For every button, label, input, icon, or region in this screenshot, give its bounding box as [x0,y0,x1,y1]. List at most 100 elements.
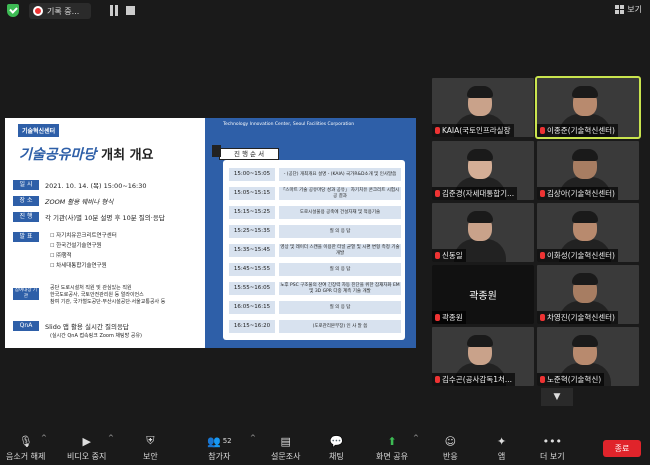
muted-mic-icon [540,190,545,197]
program-row: 16:15~16:20 (도로관리본부장) 인 사 말 씀 [229,320,401,333]
muted-mic-icon [435,190,440,197]
participant-name: 노준혁(기술혁신) [537,373,605,386]
program-row: 15:25~15:35 질 의 응 답 [229,225,401,238]
bar-chart-icon: ▤ [280,434,291,448]
participant-tile[interactable]: 김수곤(공사감독1처... [432,327,534,386]
participant-tile[interactable]: 노준혁(기술혁신) [537,327,639,386]
stop-recording-icon[interactable] [126,6,135,15]
participant-name: 곽종원 [432,311,466,324]
share-screen-icon: ⬆ [387,434,397,448]
more-button[interactable]: ••• 더 보기 [540,434,565,462]
program-row: 15:05~15:15 「스마트 기술 공유마당 성과 공유」 자기치유 콘크리트… [229,187,401,200]
participant-hair [572,273,598,285]
program-title: 진 행 순 서 [212,145,279,160]
stop-video-button[interactable]: ▶ 비디오 중지 [67,434,106,462]
scroll-down-button[interactable]: ▼ [541,388,573,406]
unmute-button[interactable]: 🎙 음소거 해제 [6,434,45,462]
muted-mic-icon [540,252,545,259]
participant-hair [572,86,598,98]
security-shield-icon[interactable] [7,4,19,17]
muted-mic-icon: 🎙 [18,434,33,448]
attendee-list: 공단 도로시설처 직원 및 관심있는 직원 한국도로공사, 국토안전관리원 등 … [50,285,166,305]
slide-left-panel: 기술혁신센터 기술공유마당 개최 개요 일 시 2021. 10. 14. (목)… [5,118,205,348]
participant-hair [467,335,493,347]
presenter-label-row: 발 표 [13,232,39,242]
presenter-list: 자기치유콘크리트연구센터 한국건설기술연구원 ㈜행적 차세대통합기술연구원 [50,231,117,271]
program-row: 15:55~16:05 노후 PSC 구조물의 잔여 긴장력 자동 진단을 위한 … [229,282,401,295]
end-meeting-button[interactable]: 종료 [603,440,641,457]
program-row: 15:35~15:45 영상 및 레이더 스캔을 이용한 터널 균열 및 시편 변… [229,244,401,257]
view-button[interactable]: 보기 [615,4,642,15]
participants-options-caret[interactable]: ^ [250,434,256,442]
grid-view-icon [615,5,625,14]
smiley-icon: ☺ [444,434,457,448]
attendee-label-row: 참여대상 기관 [13,288,39,300]
video-options-caret[interactable]: ^ [108,434,114,442]
participant-name: 이종준(기술혁신센터) [537,124,618,137]
participant-name: 김상아(기술혁신센터) [537,187,618,200]
participant-hair [572,335,598,347]
pause-recording-icon[interactable] [110,5,120,16]
participant-name: 김수곤(공사감독1처... [432,373,516,386]
program-row: 15:45~15:55 질 의 응 답 [229,263,401,276]
chat-bubble-icon: 💬 [329,434,344,448]
muted-mic-icon [540,376,545,383]
recording-indicator: 기록 중... [29,3,91,19]
muted-mic-icon [435,252,440,259]
participant-name: 신동일 [432,249,466,262]
participant-hair [572,149,598,161]
muted-mic-icon [435,127,440,134]
program-table: 15:00~15:05- (공단) 개최개요 설명 - (KAIA) 국가R&D… [223,160,405,340]
participant-tile[interactable]: 신동일 [432,203,534,262]
shared-screen-slide: 기술혁신센터 기술공유마당 개최 개요 일 시 2021. 10. 14. (목)… [5,118,416,348]
participant-name: 차영진(기술혁신센터) [537,311,618,324]
view-label: 보기 [627,5,642,14]
participants-button[interactable]: 👥 52 참가자 [207,434,232,462]
muted-mic-icon [540,314,545,321]
muted-mic-icon [540,127,545,134]
polls-button[interactable]: ▤ 설문조사 [271,434,300,462]
slide-row: 진 행각 기관(사)별 10분 설명 후 10분 질의·응답 [13,212,165,222]
participant-tile[interactable]: KAIA(국토인프라실장 [432,78,534,137]
qna-note: (실시간 QnA 접속링크 Zoom 채팅방 공유) [50,333,142,339]
participant-hair [467,149,493,161]
program-row: 15:00~15:05- (공단) 개최개요 설명 - (KAIA) 국가R&D… [229,168,401,181]
security-shield-icon: ⛨ [146,434,155,447]
participant-tile[interactable]: 곽종원 곽종원 [432,265,534,324]
slide-title-em: 기술공유마당 [19,147,97,163]
share-screen-button[interactable]: ⬆ 화면 공유 [376,434,408,462]
participant-name: 김준경(자세대통합기... [432,187,518,200]
security-button[interactable]: ⛨ 보안 [143,434,158,462]
participant-hair [467,86,493,98]
muted-mic-icon [435,376,440,383]
meeting-toolbar: 🎙 음소거 해제 ^ ▶ 비디오 중지 ^ ⛨ 보안 👥 52 참가자 ^ ▤ 설문조사 💬… [0,428,650,465]
chevron-down-icon: ▼ [553,392,561,402]
participants-icon: 👥 52 [207,434,232,448]
participant-hair [572,211,598,223]
participant-name: 이화성(기술혁신센터) [537,249,618,262]
participant-tile[interactable]: 이종준(기술혁신센터) [535,76,641,139]
muted-mic-icon [435,314,440,321]
apps-button[interactable]: ✦ 앱 [497,434,506,462]
participant-tile[interactable]: 차영진(기술혁신센터) [537,265,639,324]
share-options-caret[interactable]: ^ [413,434,419,442]
participant-tile[interactable]: 김준경(자세대통합기... [432,141,534,200]
participant-tile[interactable]: 이화성(기술혁신센터) [537,203,639,262]
record-dot-icon [33,6,43,16]
video-camera-icon: ▶ [82,434,91,448]
more-dots-icon: ••• [542,434,563,448]
program-row: 16:05~16:15 질 의 응 답 [229,301,401,314]
qna-row: QnA Slido 앱 활용 실시간 질의응답 [13,321,129,331]
participant-name: KAIA(국토인프라실장 [432,124,514,137]
apps-icon: ✦ [497,434,507,448]
reactions-button[interactable]: ☺ 반응 [443,434,458,462]
meeting-topbar: 기록 중... 보기 [0,0,650,22]
slide-title: 기술공유마당 개최 개요 [19,144,154,164]
slide-badge: 기술혁신센터 [18,124,60,137]
recording-label: 기록 중... [47,6,80,16]
audio-options-caret[interactable]: ^ [41,434,47,442]
chat-button[interactable]: 💬 채팅 [329,434,344,462]
slide-row: 장 소 ZOOM 활용 웨비나 형식 [13,196,113,206]
participant-tile[interactable]: 김상아(기술혁신센터) [537,141,639,200]
slide-row: 일 시 2021. 10. 14. (목) 15:00~16:30 [13,180,147,190]
